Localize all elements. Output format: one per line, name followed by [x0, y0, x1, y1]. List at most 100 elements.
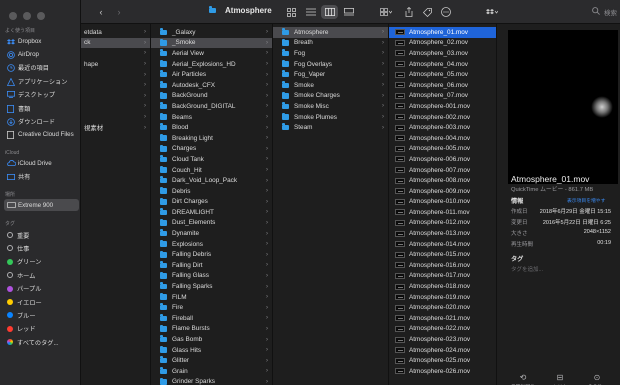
folder-row[interactable]: Smoke Charges › [273, 91, 388, 102]
folder-row[interactable]: DREAMLIGHT › [151, 207, 272, 218]
folder-row[interactable]: Debris › [151, 186, 272, 197]
sidebar-tag[interactable]: 仕事 [4, 242, 79, 254]
sidebar-tag[interactable]: パープル [4, 283, 79, 295]
tag-icon[interactable] [421, 5, 433, 19]
file-row[interactable]: Atmosphere-022.mov [389, 324, 496, 335]
sidebar-item-applications[interactable]: アプリケーション [4, 75, 79, 87]
sidebar-item-cloud[interactable]: iCloud Drive [4, 157, 79, 169]
file-row[interactable]: Atmosphere-016.mov [389, 260, 496, 271]
sidebar-tag[interactable]: レッド [4, 323, 79, 335]
file-row[interactable]: Atmosphere_04.mov [389, 59, 496, 70]
sidebar-item-creative-cloud[interactable]: Creative Cloud Files [4, 129, 79, 141]
folder-row[interactable]: Falling Sparks › [151, 281, 272, 292]
file-row[interactable]: Atmosphere_01.mov [389, 27, 496, 38]
dropbox-icon[interactable] [483, 5, 501, 19]
file-row[interactable]: Atmosphere-020.mov [389, 302, 496, 313]
list-item[interactable]: etdata › [81, 27, 150, 38]
rotate-left-button[interactable]: ⟲ 反時計回りに回転 [510, 373, 536, 385]
sidebar-tag[interactable]: グリーン [4, 256, 79, 268]
sidebar-item-airdrop[interactable]: AirDrop [4, 48, 79, 60]
file-row[interactable]: Atmosphere-005.mov [389, 144, 496, 155]
folder-row[interactable]: Aerial View › [151, 48, 272, 59]
folder-row[interactable]: Smoke Plumes › [273, 112, 388, 123]
folder-row[interactable]: Grinder Sparks › [151, 377, 272, 385]
sidebar-tag[interactable]: ブルー [4, 309, 79, 321]
folder-row[interactable]: Glitter › [151, 355, 272, 366]
sidebar-item-dropbox[interactable]: Dropbox [4, 35, 79, 47]
folder-row[interactable]: _Smoke › [151, 37, 272, 49]
folder-row[interactable]: Falling Glass › [151, 271, 272, 282]
folder-row[interactable]: Breaking Light › [151, 133, 272, 144]
file-row[interactable]: Atmosphere-019.mov [389, 292, 496, 303]
file-row[interactable]: Atmosphere-011.mov [389, 207, 496, 218]
folder-row[interactable]: FILM › [151, 292, 272, 303]
sidebar-item-desktop[interactable]: デスクトップ [4, 89, 79, 101]
folder-row[interactable]: Breath › [273, 38, 388, 49]
file-row[interactable]: Atmosphere_05.mov [389, 69, 496, 80]
file-row[interactable]: Atmosphere-002.mov [389, 112, 496, 123]
folder-row[interactable]: Beams › [151, 112, 272, 123]
folder-row[interactable]: BackGround_DIGITAL › [151, 101, 272, 112]
back-icon[interactable]: ‹ [95, 5, 107, 19]
folder-row[interactable]: Gas Bomb › [151, 334, 272, 345]
file-row[interactable]: Atmosphere-006.mov [389, 154, 496, 165]
more-icon[interactable] [439, 5, 453, 19]
folder-row[interactable]: Dust_Elements › [151, 218, 272, 229]
sidebar-tag[interactable]: すべてのタグ... [4, 336, 79, 348]
file-row[interactable]: Atmosphere-001.mov [389, 101, 496, 112]
sidebar-item-clock[interactable]: 最近の項目 [4, 62, 79, 74]
folder-row[interactable]: Air Particles › [151, 69, 272, 80]
list-item[interactable]: › [81, 69, 150, 80]
group-icon[interactable] [377, 5, 395, 19]
file-row[interactable]: Atmosphere-003.mov [389, 122, 496, 133]
folder-row[interactable]: Atmosphere › [273, 27, 388, 38]
folder-row[interactable]: Explosions › [151, 239, 272, 250]
close-window-button[interactable] [9, 12, 17, 20]
file-row[interactable]: Atmosphere-018.mov [389, 281, 496, 292]
folder-row[interactable]: Fireball › [151, 313, 272, 324]
folder-row[interactable]: Smoke Misc › [273, 101, 388, 112]
folder-row[interactable]: BackGround › [151, 91, 272, 102]
file-row[interactable]: Atmosphere_02.mov [389, 38, 496, 49]
sidebar-item-document[interactable]: 書類 [4, 102, 79, 114]
share-icon[interactable] [403, 5, 415, 19]
file-row[interactable]: Atmosphere_03.mov [389, 48, 496, 59]
show-more-link[interactable]: 表示項目を増やす [567, 197, 605, 204]
folder-row[interactable]: Dynamite › [151, 228, 272, 239]
folder-row[interactable]: Smoke › [273, 80, 388, 91]
list-item[interactable]: › [81, 101, 150, 112]
file-row[interactable]: Atmosphere-010.mov [389, 197, 496, 208]
file-row[interactable]: Atmosphere-007.mov [389, 165, 496, 176]
folder-row[interactable]: Couch_Hit › [151, 165, 272, 176]
folder-row[interactable]: Flame Bursts › [151, 324, 272, 335]
file-row[interactable]: Atmosphere-025.mov [389, 355, 496, 366]
file-row[interactable]: Atmosphere-013.mov [389, 228, 496, 239]
folder-row[interactable]: Glass Hits › [151, 345, 272, 356]
list-item[interactable]: 視素材 › [81, 122, 150, 133]
column-view-icon[interactable] [321, 5, 338, 19]
folder-row[interactable]: Blood › [151, 122, 272, 133]
list-item[interactable]: › [81, 80, 150, 91]
folder-row[interactable]: Autodesk_CFX › [151, 80, 272, 91]
sidebar-item-shared-folder[interactable]: 共有 [4, 170, 79, 182]
file-row[interactable]: Atmosphere-004.mov [389, 133, 496, 144]
file-row[interactable]: Atmosphere_06.mov [389, 80, 496, 91]
folder-row[interactable]: Dark_Void_Loop_Pack › [151, 175, 272, 186]
icon-view-icon[interactable] [283, 5, 299, 19]
list-item[interactable]: › [81, 48, 150, 59]
sidebar-item-drive[interactable]: Extreme 900 [4, 199, 79, 211]
file-row[interactable]: Atmosphere_07.mov [389, 91, 496, 102]
file-row[interactable]: Atmosphere-012.mov [389, 218, 496, 229]
preview-thumbnail[interactable] [508, 30, 618, 184]
sidebar-tag[interactable]: ホーム [4, 269, 79, 281]
folder-row[interactable]: Aerial_Explosions_HD › [151, 59, 272, 70]
folder-row[interactable]: Fog › [273, 48, 388, 59]
gallery-view-icon[interactable] [341, 5, 357, 19]
file-row[interactable]: Atmosphere-026.mov [389, 366, 496, 377]
sidebar-tag[interactable]: イエロー [4, 296, 79, 308]
sidebar-tag[interactable]: 重要 [4, 229, 79, 241]
trim-button[interactable]: ⊟ トリム [547, 373, 573, 385]
file-row[interactable]: Atmosphere-009.mov [389, 186, 496, 197]
zoom-window-button[interactable] [37, 12, 45, 20]
list-item[interactable]: › [81, 112, 150, 123]
